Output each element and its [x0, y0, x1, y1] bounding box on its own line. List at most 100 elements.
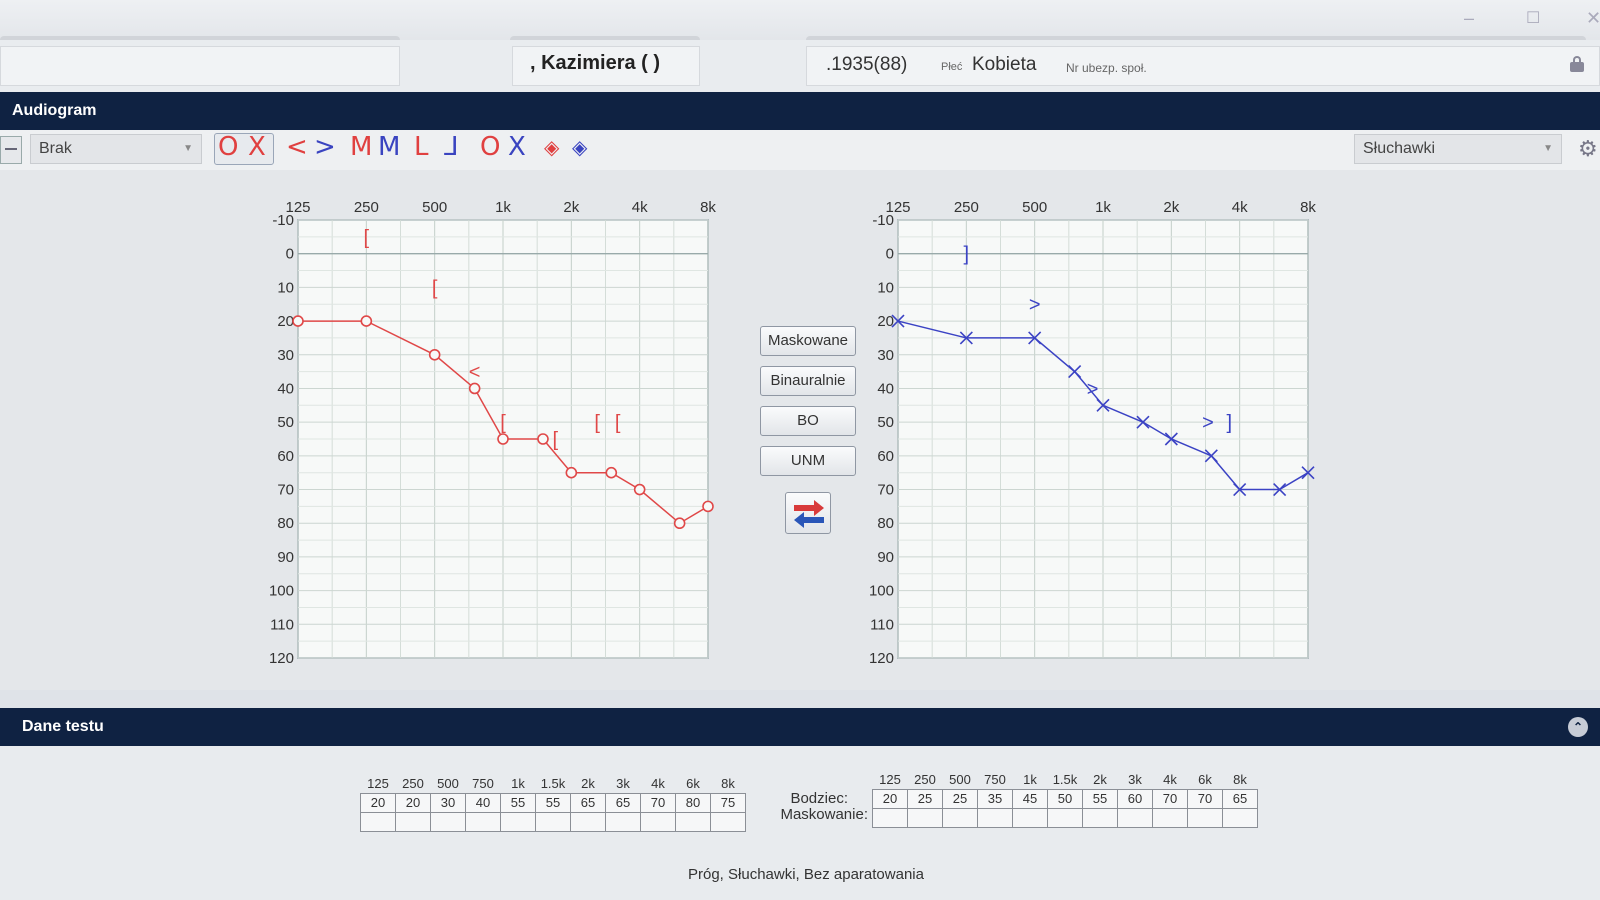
threshold-cell[interactable]: 65 — [570, 792, 606, 813]
masking-cell[interactable] — [942, 807, 978, 828]
left-ucl-symbol-button[interactable]: ⅃ — [444, 132, 459, 162]
right-air-symbol-button[interactable]: O — [218, 132, 238, 162]
right-mcl-symbol-button[interactable]: M — [350, 132, 372, 162]
left-masked-symbol-button[interactable]: X — [508, 132, 526, 162]
bone-marker: > — [1202, 412, 1214, 434]
masking-cell[interactable] — [395, 811, 431, 832]
masking-cell[interactable] — [535, 811, 571, 832]
patient-name: , Kazimiera ( ) — [530, 52, 661, 74]
collapse-icon[interactable]: ⌃ — [1568, 717, 1588, 737]
freq-header-cell: 2k — [1093, 771, 1107, 787]
bo-button[interactable]: BO — [760, 406, 856, 436]
masking-cell[interactable] — [977, 807, 1013, 828]
threshold-cell[interactable]: 75 — [710, 792, 746, 813]
maximize-icon[interactable]: ☐ — [1526, 8, 1540, 28]
masking-cell[interactable] — [430, 811, 466, 832]
masking-cell[interactable] — [1012, 807, 1048, 828]
swap-ears-button[interactable] — [785, 492, 831, 534]
audiogram-toolbar: Brak ▼ O X < > M M L ⅃ O X ◈ ◈ Słuchawki… — [0, 130, 1600, 170]
data-point — [702, 500, 714, 513]
masking-cell[interactable] — [675, 811, 711, 832]
threshold-cell[interactable]: 35 — [977, 788, 1013, 809]
chevron-down-icon: ▼ — [1543, 143, 1553, 154]
stimulus-label: Bodziec: — [790, 790, 848, 807]
left-ear-chart-svg[interactable]: 125 250 500 1k 2k 4k 8k-1001020304050607080901… — [869, 170, 1330, 690]
masking-cell[interactable] — [710, 811, 746, 832]
threshold-cell[interactable]: 55 — [1082, 788, 1118, 809]
right-diamond-symbol-button[interactable]: ◈ — [544, 132, 559, 162]
stimulus-row: 20 20 30 40 55 55 65 65 70 80 75 — [360, 792, 746, 813]
threshold-cell[interactable]: 80 — [675, 792, 711, 813]
threshold-cell[interactable]: 50 — [1047, 788, 1083, 809]
minimize-icon[interactable]: – — [1464, 8, 1474, 29]
masking-cell[interactable] — [1222, 807, 1258, 828]
threshold-cell[interactable]: 55 — [500, 792, 536, 813]
right-masked-symbol-button[interactable]: O — [480, 132, 500, 162]
x-tick-label: 8k — [700, 199, 716, 216]
right-ear-chart-svg[interactable]: 125 250 500 1k 2k 4k 8k-1001020304050607080901… — [269, 170, 730, 690]
threshold-cell[interactable]: 60 — [1117, 788, 1153, 809]
y-tick-label: 40 — [277, 380, 294, 397]
x-tick-label: 2k — [1163, 199, 1179, 216]
threshold-cell[interactable]: 45 — [1012, 788, 1048, 809]
gear-icon[interactable]: ⚙ — [1578, 136, 1598, 162]
unm-button[interactable]: UNM — [760, 446, 856, 476]
masking-cell[interactable] — [1152, 807, 1188, 828]
masking-cell[interactable] — [640, 811, 676, 832]
threshold-cell[interactable]: 70 — [640, 792, 676, 813]
right-ucl-symbol-button[interactable]: L — [414, 132, 429, 162]
threshold-cell[interactable]: 25 — [907, 788, 943, 809]
close-icon[interactable]: ✕ — [1586, 8, 1600, 29]
masking-cell[interactable] — [570, 811, 606, 832]
right-ear-audiogram[interactable]: 125 250 500 1k 2k 4k 8k -10 0 10 20 30 40 50 60 70 80 90 1… — [269, 170, 730, 695]
threshold-cell[interactable]: 55 — [535, 792, 571, 813]
data-point — [673, 517, 686, 530]
threshold-cell[interactable]: 40 — [465, 792, 501, 813]
transducer-select[interactable]: Słuchawki ▼ — [1354, 134, 1562, 164]
freq-header-cell: 4k — [1163, 771, 1177, 787]
threshold-cell[interactable]: 70 — [1152, 788, 1188, 809]
threshold-cell[interactable]: 20 — [360, 792, 396, 813]
x-tick-label: 500 — [1022, 199, 1047, 216]
left-mcl-symbol-button[interactable]: M — [378, 132, 400, 162]
threshold-cell[interactable]: 65 — [1222, 788, 1258, 809]
masking-cell[interactable] — [605, 811, 641, 832]
freq-header-cell: 1k — [511, 775, 525, 791]
lock-icon[interactable] — [1570, 56, 1584, 72]
test-data-panel: 125 250 500 750 1k 1.5k 2k 3k 4k 6k 8k 20 20 30 40 55 5… — [0, 746, 1600, 900]
masking-cell[interactable] — [872, 807, 908, 828]
left-diamond-symbol-button[interactable]: ◈ — [572, 132, 587, 162]
y-tick-label: 120 — [870, 650, 894, 667]
masking-cell[interactable] — [360, 811, 396, 832]
bone-marker: > — [1087, 378, 1099, 400]
masking-cell[interactable] — [1117, 807, 1153, 828]
bone-marker: [ — [364, 227, 370, 249]
threshold-cell[interactable]: 20 — [395, 792, 431, 813]
binaural-button[interactable]: Binauralnie — [760, 366, 856, 396]
y-tick-label: 0 — [286, 246, 294, 263]
window-titlebar: – ☐ ✕ — [0, 0, 1600, 44]
left-ear-audiogram[interactable]: 125 250 500 1k 2k 4k 8k -10 0 10 20 30 40 50 60 70 80 90 1… — [869, 170, 1330, 695]
y-tick-label: 60 — [277, 448, 294, 465]
threshold-cell[interactable]: 20 — [872, 788, 908, 809]
masked-button[interactable]: Maskowane — [760, 326, 856, 356]
threshold-cell[interactable]: 65 — [605, 792, 641, 813]
toolbar-menu-button[interactable] — [0, 136, 22, 164]
right-bone-symbol-button[interactable]: < — [286, 132, 308, 162]
threshold-cell[interactable]: 70 — [1187, 788, 1223, 809]
y-tick-label: 70 — [277, 482, 294, 499]
freq-header-cell: 250 — [402, 775, 424, 791]
masking-cell[interactable] — [1187, 807, 1223, 828]
patient-sex-label: Płeć — [941, 61, 963, 73]
masking-cell[interactable] — [465, 811, 501, 832]
masking-cell[interactable] — [1047, 807, 1083, 828]
threshold-cell[interactable]: 25 — [942, 788, 978, 809]
threshold-cell[interactable]: 30 — [430, 792, 466, 813]
masking-select[interactable]: Brak ▼ — [30, 134, 202, 164]
left-air-symbol-button[interactable]: X — [248, 132, 266, 162]
freq-header-cell: 6k — [1198, 771, 1212, 787]
left-bone-symbol-button[interactable]: > — [314, 132, 336, 162]
masking-cell[interactable] — [500, 811, 536, 832]
masking-cell[interactable] — [907, 807, 943, 828]
masking-cell[interactable] — [1082, 807, 1118, 828]
